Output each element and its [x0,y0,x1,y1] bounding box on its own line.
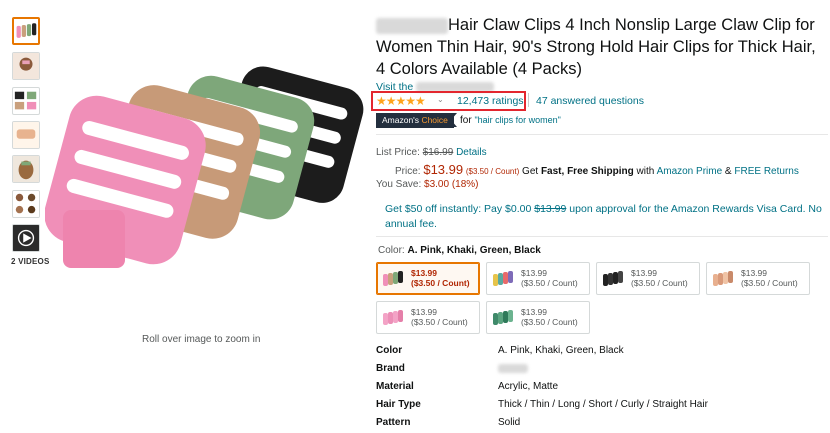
spec-value-material: Acrylic, Matte [498,381,559,392]
thumbnail-1[interactable] [12,17,40,45]
play-icon [13,225,39,251]
amazons-choice-badge[interactable]: Amazon's Choice [376,113,454,128]
color-option-3[interactable]: $13.99 ($3.50 / Count) [596,262,700,295]
spec-value-color: A. Pink, Khaki, Green, Black [498,345,624,356]
size-chart-icon [13,122,39,148]
color-option-1[interactable]: $13.99 ($3.50 / Count) [376,262,480,295]
thumbnail-2[interactable] [12,52,40,80]
color-label: Color: A. Pink, Khaki, Green, Black [378,245,541,256]
badge-query-text: for "hair clips for women" [460,115,561,126]
details-link[interactable]: Details [456,147,487,158]
spec-label-hair-type: Hair Type [376,399,421,410]
spec-label-brand: Brand [376,363,405,374]
model-photo-icon [13,53,39,79]
color-set-icon [14,91,37,110]
mixed-clips-swatch-icon [383,271,403,286]
pink-clips-swatch-icon [383,310,403,325]
nude-clips-swatch-icon [713,271,733,286]
video-thumbnail[interactable] [12,224,40,252]
color-option-2[interactable]: $13.99 ($3.50 / Count) [486,262,590,295]
you-save-row: You Save: $3.00 (18%) [376,179,479,190]
chevron-down-icon[interactable]: ⌄ [437,95,444,104]
ratings-link[interactable]: 12,473 ratings [457,95,524,107]
list-price-row: List Price: $16.99 Details [376,147,487,158]
main-product-image[interactable] [45,60,365,285]
spec-label-material: Material [376,381,414,392]
blurred-brand-value [498,363,528,373]
color-option-4[interactable]: $13.99 ($3.50 / Count) [706,262,810,295]
thumbnail-5[interactable] [12,155,40,183]
price-value: $13.99 [423,162,464,177]
price-row: Price: $13.99 ($3.50 / Count) Get Fast, … [395,162,799,177]
spec-value-brand [498,363,528,374]
spec-value-pattern: Solid [498,417,521,428]
selected-color: A. Pink, Khaki, Green, Black [407,245,541,256]
divider [376,134,828,135]
divider [376,236,828,237]
color-option-6[interactable]: $13.99 ($3.50 / Count) [486,301,590,334]
spec-value-hair-type: Thick / Thin / Long / Short / Curly / St… [498,399,708,410]
badge-query-link[interactable]: "hair clips for women" [474,115,560,125]
black-clips-swatch-icon [603,271,623,286]
star-rating-icon[interactable]: ★★★★★ [376,94,426,108]
badge-tail [451,113,457,127]
videos-count-label: 2 VIDEOS [11,257,50,266]
blurred-brand [376,17,448,34]
thumbnail-6[interactable] [12,190,40,218]
amazon-prime-link[interactable]: Amazon Prime [657,166,723,177]
free-returns-link[interactable]: FREE Returns [734,166,798,177]
zoom-hint: Roll over image to zoom in [142,334,261,345]
divider [528,93,529,107]
spec-label-pattern: Pattern [376,417,411,428]
thumbnail-3[interactable] [12,87,40,115]
styles-grid-icon [13,191,39,217]
product-title: Hair Claw Clips 4 Inch Nonslip Large Cla… [376,16,816,78]
color-option-5[interactable]: $13.99 ($3.50 / Count) [376,301,480,334]
spec-label-color: Color [376,345,403,356]
thumbnail-4[interactable] [12,121,40,149]
rewards-card-offer[interactable]: Get $50 off instantly: Pay $0.00 $13.99 … [385,202,828,232]
answered-questions-link[interactable]: 47 answered questions [536,95,644,107]
claw-clip-thumbnail-icon [16,23,37,38]
green-clips-swatch-icon [493,310,513,325]
colorful-clips-swatch-icon [493,271,513,286]
hair-model-icon [13,156,39,182]
